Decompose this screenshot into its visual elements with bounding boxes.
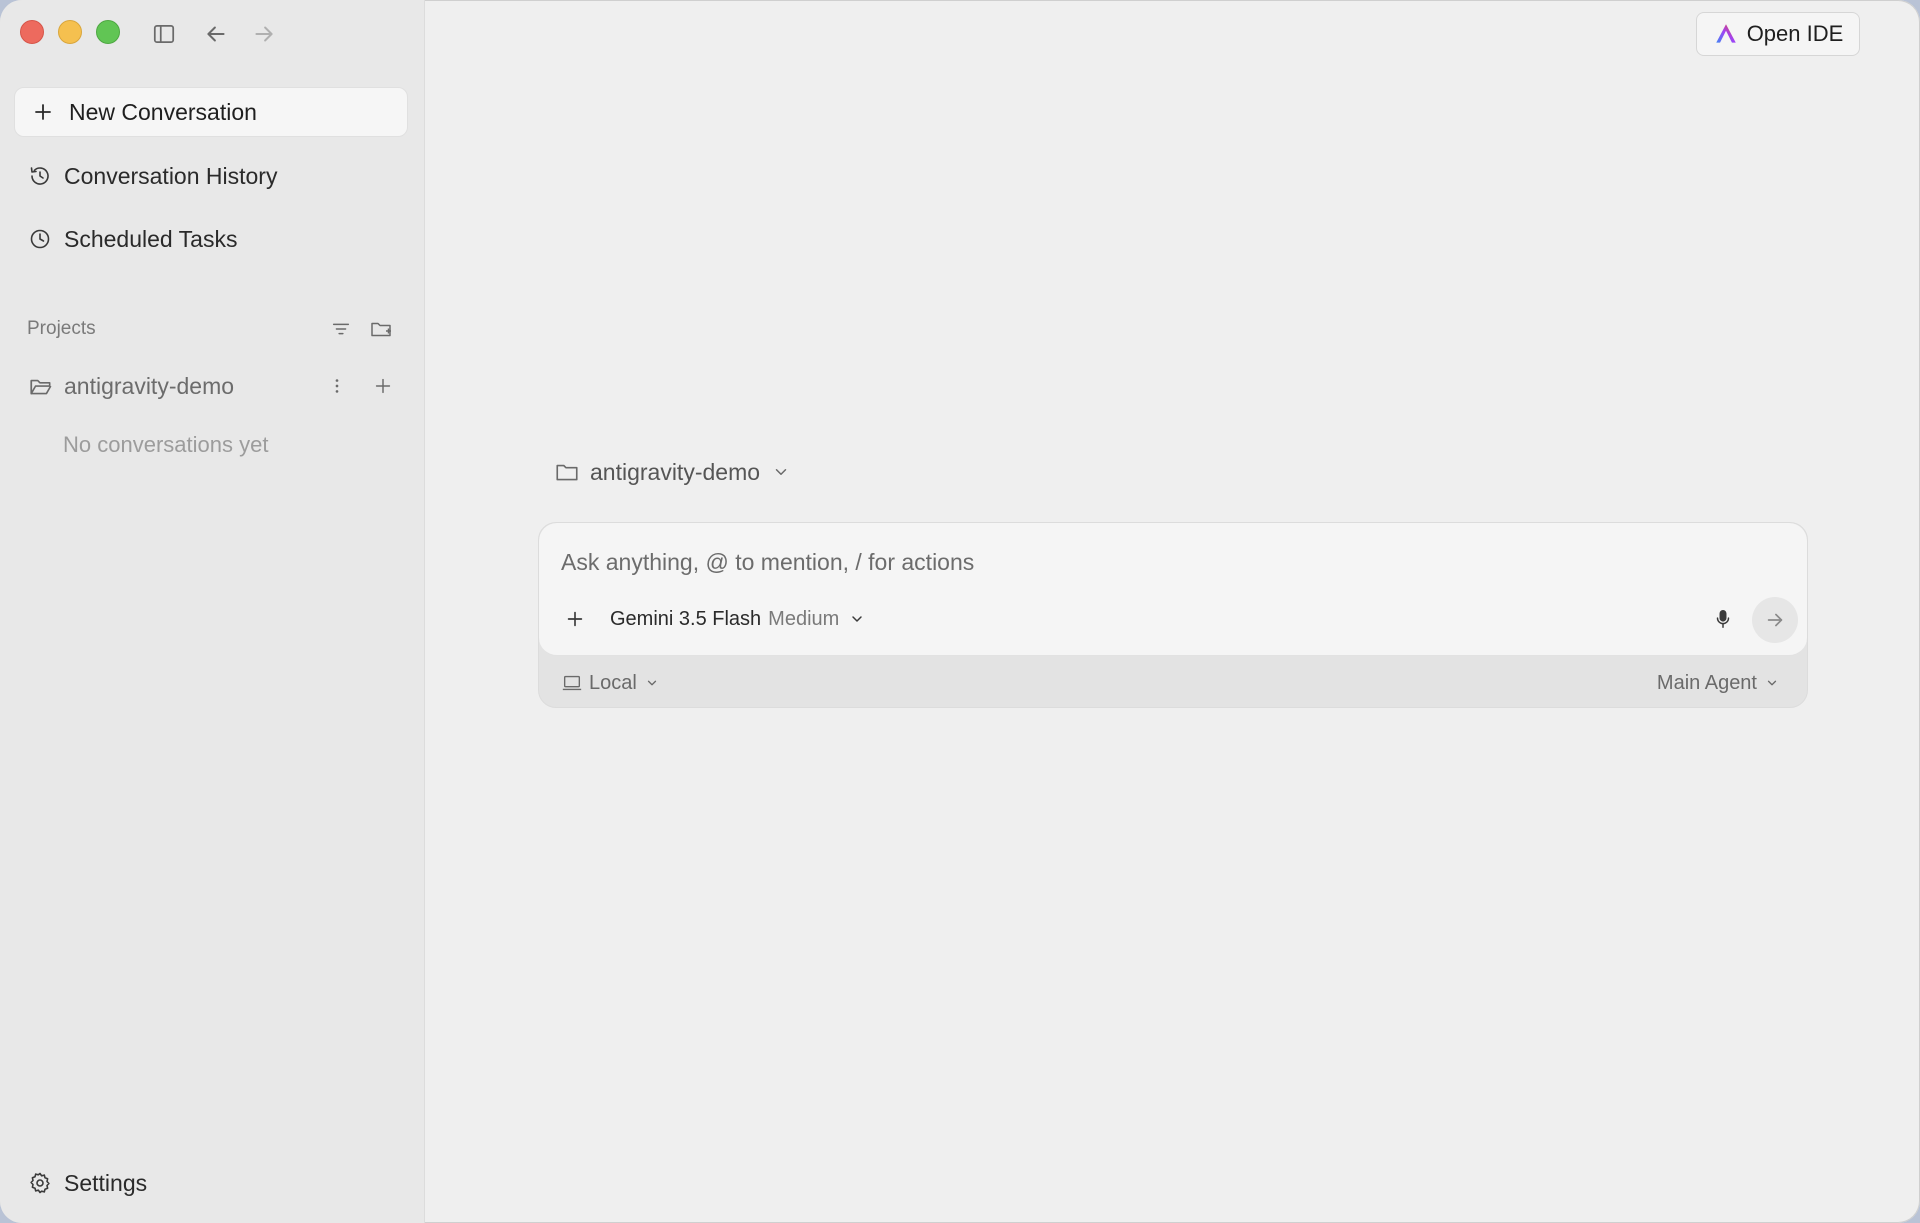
projects-heading: Projects (27, 318, 96, 339)
app-window: New Conversation Conversation History Sc… (0, 0, 1920, 1223)
history-icon (28, 164, 52, 188)
back-arrow-icon[interactable] (200, 18, 232, 50)
microphone-icon[interactable] (1707, 603, 1739, 635)
settings-label: Settings (64, 1169, 148, 1196)
window-controls (20, 20, 120, 44)
no-conversations-text: No conversations yet (63, 432, 269, 457)
attach-plus-icon[interactable] (559, 603, 591, 635)
plus-icon (31, 100, 55, 124)
chevron-down-icon (849, 611, 865, 627)
folder-open-icon (28, 373, 54, 399)
chevron-down-icon (772, 463, 790, 481)
conversation-history-label: Conversation History (64, 162, 278, 189)
new-folder-icon[interactable] (366, 314, 396, 344)
environment-selector[interactable]: Local (561, 669, 659, 697)
forward-arrow-icon[interactable] (248, 18, 280, 50)
open-ide-label: Open IDE (1746, 21, 1844, 46)
scheduled-tasks-item[interactable]: Scheduled Tasks (14, 214, 408, 264)
filter-icon[interactable] (326, 314, 356, 344)
gear-icon (28, 1171, 52, 1195)
project-selector[interactable]: antigravity-demo (554, 454, 790, 490)
close-window-button[interactable] (20, 20, 44, 44)
project-name: antigravity-demo (64, 372, 235, 399)
model-name: Gemini 3.5 Flash (610, 607, 762, 630)
model-effort: Medium (768, 607, 840, 630)
folder-icon (554, 459, 580, 485)
chevron-down-icon (1765, 676, 1779, 690)
chevron-down-icon (645, 676, 659, 690)
prompt-input[interactable] (559, 541, 1663, 583)
arrow-right-icon (1767, 613, 1783, 627)
model-selector[interactable]: Gemini 3.5 Flash Medium (610, 603, 865, 635)
zoom-window-button[interactable] (96, 20, 120, 44)
agent-label: Main Agent (1656, 671, 1757, 694)
laptop-icon (561, 672, 583, 694)
settings-button[interactable]: Settings (14, 1158, 147, 1208)
minimize-window-button[interactable] (58, 20, 82, 44)
agent-selector[interactable]: Main Agent (1657, 669, 1779, 697)
composer: Gemini 3.5 Flash Medium (539, 523, 1807, 656)
conversation-history-item[interactable]: Conversation History (14, 151, 408, 201)
add-conversation-icon[interactable] (368, 371, 398, 401)
project-selector-label: antigravity-demo (590, 458, 761, 485)
new-conversation-label: New Conversation (69, 98, 257, 125)
new-conversation-button[interactable]: New Conversation (14, 87, 408, 137)
send-button[interactable] (1752, 597, 1798, 643)
composer-container: Gemini 3.5 Flash Medium Local (538, 522, 1808, 708)
more-vertical-icon[interactable] (322, 371, 352, 401)
scheduled-tasks-label: Scheduled Tasks (64, 225, 238, 252)
sidebar: New Conversation Conversation History Sc… (0, 0, 425, 1223)
environment-label: Local (589, 671, 637, 694)
antigravity-logo-icon (1713, 21, 1739, 47)
open-ide-button[interactable]: Open IDE (1696, 12, 1860, 56)
sidebar-toggle-icon[interactable] (148, 18, 180, 50)
clock-icon (28, 227, 52, 251)
